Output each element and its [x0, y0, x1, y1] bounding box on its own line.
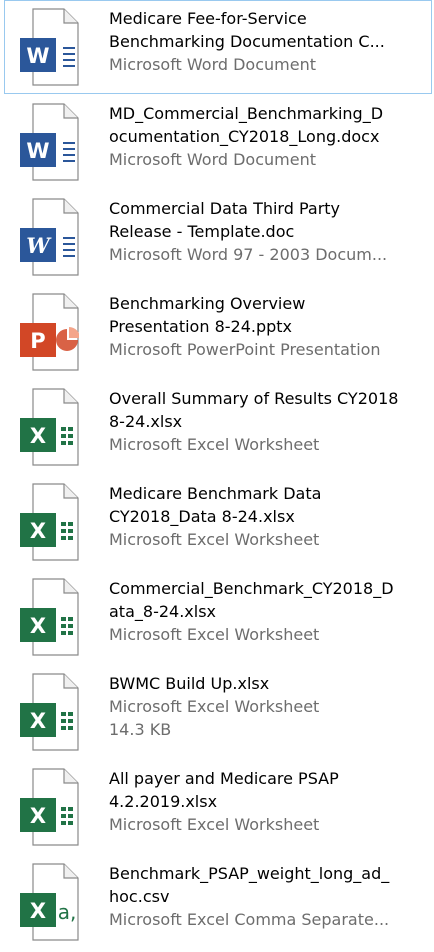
- file-name-line: Benchmarking Documentation C...: [109, 32, 385, 51]
- file-name-line: ata_8-24.xlsx: [109, 602, 216, 621]
- file-text: BWMC Build Up.xlsx Microsoft Excel Worksh…: [109, 672, 431, 741]
- svg-text:P: P: [30, 329, 45, 353]
- excel-worksheet-icon: X: [19, 578, 79, 656]
- file-name-line: Medicare Benchmark Data: [109, 484, 322, 503]
- file-name-line: MD_Commercial_Benchmarking_D: [109, 104, 384, 123]
- file-text: Commercial Data Third Party Release - Tem…: [109, 197, 431, 266]
- file-name-line: Overall Summary of Results CY2018: [109, 389, 399, 408]
- svg-text:W: W: [26, 139, 49, 163]
- file-size-label: 14.3 KB: [109, 720, 172, 739]
- file-name-line: Commercial Data Third Party: [109, 199, 341, 218]
- word-document-icon: W: [19, 8, 79, 86]
- file-type-label: Microsoft Excel Worksheet: [109, 625, 320, 644]
- file-item[interactable]: X BWMC Build Up.xlsx Microsoft Excel Works…: [4, 665, 432, 759]
- file-type-label: Microsoft Excel Worksheet: [109, 815, 320, 834]
- file-text: MD_Commercial_Benchmarking_D ocumentation…: [109, 102, 431, 171]
- file-item[interactable]: P Benchmarking Overview Presentation 8-24.…: [4, 285, 432, 379]
- file-type-label: Microsoft Excel Worksheet: [109, 435, 320, 454]
- file-name-line: All payer and Medicare PSAP: [109, 769, 339, 788]
- file-name-line: 8-24.xlsx: [109, 412, 183, 431]
- excel-worksheet-icon: X: [19, 388, 79, 466]
- file-name-line: Benchmarking Overview: [109, 294, 306, 313]
- file-item[interactable]: X Medicare Benchmark Data CY2018_Data 8-24…: [4, 475, 432, 569]
- file-text: Medicare Benchmark Data CY2018_Data 8-24.…: [109, 482, 431, 551]
- file-item[interactable]: X Commercial_Benchmark_CY2018_D ata_8-24.x…: [4, 570, 432, 664]
- file-type-label: Microsoft Excel Comma Separate...: [109, 910, 390, 929]
- svg-text:W: W: [26, 44, 49, 68]
- excel-csv-icon: a, X: [19, 863, 79, 941]
- file-name-line: BWMC Build Up.xlsx: [109, 674, 270, 693]
- file-type-label: Microsoft Excel Worksheet: [109, 530, 320, 549]
- file-item[interactable]: W Commercial Data Third Party Release - Te…: [4, 190, 432, 284]
- file-text: Overall Summary of Results CY2018 8-24.xl…: [109, 387, 431, 456]
- file-text: Medicare Fee-for-Service Benchmarking Doc…: [109, 7, 431, 76]
- word-document-icon: W: [19, 103, 79, 181]
- file-type-label: Microsoft Word Document: [109, 55, 316, 74]
- file-name-line: ocumentation_CY2018_Long.docx: [109, 127, 380, 146]
- excel-worksheet-icon: X: [19, 483, 79, 561]
- file-name-line: Medicare Fee-for-Service: [109, 9, 307, 28]
- file-item[interactable]: X Overall Summary of Results CY2018 8-24.x…: [4, 380, 432, 474]
- excel-worksheet-icon: X: [19, 673, 79, 751]
- file-name-line: hoc.csv: [109, 887, 170, 906]
- file-text: Benchmarking Overview Presentation 8-24.p…: [109, 292, 431, 361]
- file-item[interactable]: W Medicare Fee-for-Service Benchmarking Do…: [4, 0, 432, 94]
- file-list: W Medicare Fee-for-Service Benchmarking Do…: [0, 0, 434, 952]
- file-text: Commercial_Benchmark_CY2018_D ata_8-24.xl…: [109, 577, 431, 646]
- file-type-label: Microsoft PowerPoint Presentation: [109, 340, 381, 359]
- file-item[interactable]: a, X Benchmark_PSAP_weight_long_ad_ hoc.csv…: [4, 855, 432, 949]
- file-name-line: Commercial_Benchmark_CY2018_D: [109, 579, 394, 598]
- svg-text:X: X: [30, 899, 46, 923]
- svg-text:a,: a,: [58, 900, 77, 924]
- file-name-line: Release - Template.doc: [109, 222, 295, 241]
- file-type-label: Microsoft Word 97 - 2003 Docum...: [109, 245, 388, 264]
- word-97-document-icon: W: [19, 198, 79, 276]
- svg-text:X: X: [30, 519, 46, 543]
- powerpoint-presentation-icon: P: [19, 293, 79, 371]
- svg-text:W: W: [26, 233, 52, 258]
- svg-text:X: X: [30, 614, 46, 638]
- file-name-line: 4.2.2019.xlsx: [109, 792, 218, 811]
- file-type-label: Microsoft Excel Worksheet: [109, 697, 320, 716]
- file-item[interactable]: X All payer and Medicare PSAP 4.2.2019.xls…: [4, 760, 432, 854]
- file-name-line: Presentation 8-24.pptx: [109, 317, 293, 336]
- file-item[interactable]: W MD_Commercial_Benchmarking_D ocumentatio…: [4, 95, 432, 189]
- svg-text:X: X: [30, 804, 46, 828]
- svg-text:X: X: [30, 424, 46, 448]
- file-text: All payer and Medicare PSAP 4.2.2019.xlsx…: [109, 767, 431, 836]
- svg-text:X: X: [30, 709, 46, 733]
- file-name-line: Benchmark_PSAP_weight_long_ad_: [109, 864, 390, 883]
- file-text: Benchmark_PSAP_weight_long_ad_ hoc.csv Mic…: [109, 862, 431, 931]
- file-type-label: Microsoft Word Document: [109, 150, 316, 169]
- file-name-line: CY2018_Data 8-24.xlsx: [109, 507, 295, 526]
- excel-worksheet-icon: X: [19, 768, 79, 846]
